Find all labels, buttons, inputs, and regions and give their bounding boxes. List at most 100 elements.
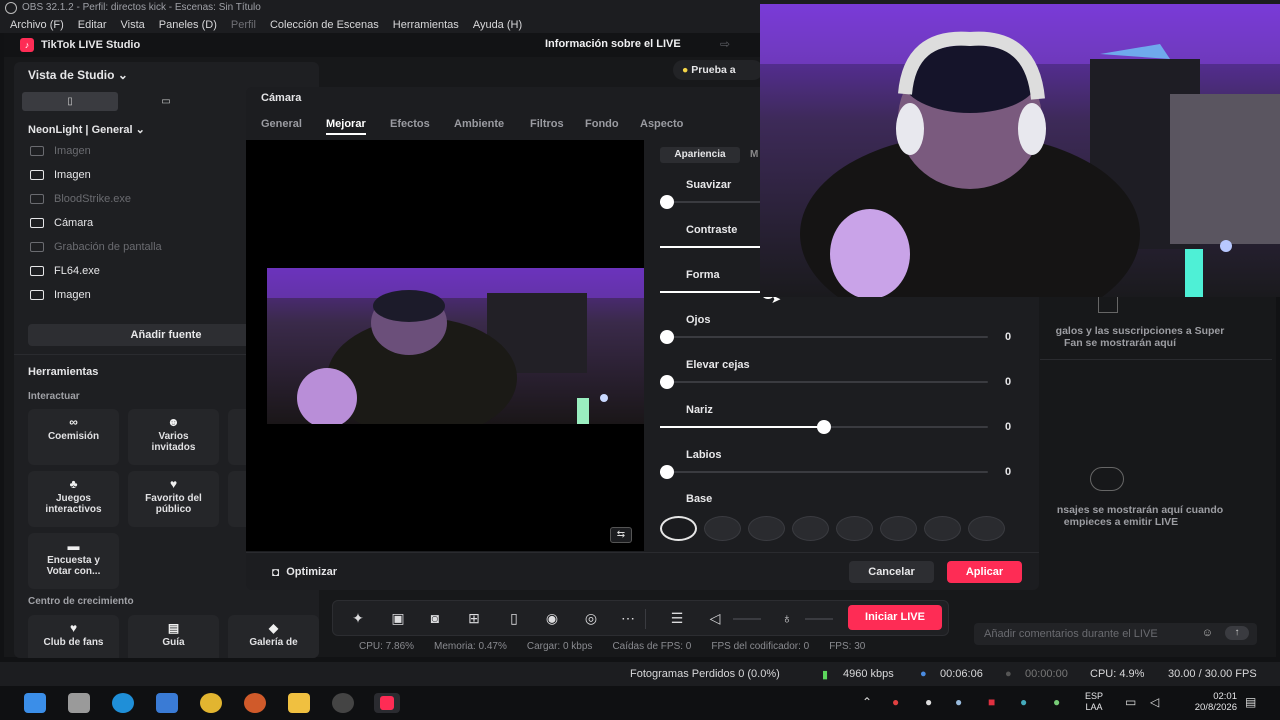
cancel-button[interactable]: Cancelar: [849, 561, 934, 583]
growth-tool-card[interactable]: ♥ Club de fans: [28, 615, 119, 658]
subtab-appearance[interactable]: Apariencia: [660, 147, 740, 163]
dialog-tab[interactable]: General: [261, 118, 302, 130]
tool-card[interactable]: ▬ Encuesta y Votar con...: [28, 533, 119, 589]
base-swatch[interactable]: [924, 516, 961, 541]
growth-tool-card[interactable]: ▤ Guía: [128, 615, 219, 658]
studio-view-dropdown[interactable]: Vista de Studio ⌄: [28, 68, 128, 82]
slider-track[interactable]: [660, 420, 988, 434]
slider-track[interactable]: [659, 375, 988, 389]
tiktok-taskbar-icon[interactable]: [374, 693, 400, 713]
obs-taskbar-icon[interactable]: [332, 693, 354, 713]
source-item[interactable]: Cámara: [30, 217, 93, 229]
slider-knob[interactable]: [659, 375, 674, 389]
slider-track[interactable]: [659, 330, 988, 344]
base-swatch[interactable]: [880, 516, 917, 541]
tray-steam-icon[interactable]: ●: [955, 695, 962, 709]
dialog-tab[interactable]: Mejorar: [326, 118, 366, 135]
speaker-volume-slider[interactable]: [733, 618, 761, 620]
screen-share-icon[interactable]: ▣: [388, 610, 408, 627]
go-live-button[interactable]: Iniciar LIVE: [848, 605, 942, 630]
obs-menu-item[interactable]: Editar: [78, 19, 107, 31]
camera-icon[interactable]: ◙: [425, 610, 445, 626]
try-badge[interactable]: ● Prueba a: [673, 60, 763, 80]
flip-camera-icon[interactable]: ⇆: [610, 527, 632, 543]
dialog-tab[interactable]: Ambiente: [454, 118, 504, 130]
windows-start-icon[interactable]: [24, 693, 46, 713]
notification-icon[interactable]: ▤: [1245, 695, 1256, 709]
source-item[interactable]: Imagen: [30, 289, 91, 301]
slider-label: Forma: [686, 269, 720, 281]
magic-wand-icon[interactable]: ✦: [348, 610, 368, 627]
base-swatch[interactable]: [704, 516, 741, 541]
mobile-icon[interactable]: ▯: [504, 610, 524, 627]
landscape-layout-button[interactable]: ▭: [118, 92, 214, 111]
slider-fill: [660, 426, 824, 428]
send-arrow-icon[interactable]: ↑: [1225, 626, 1249, 640]
scene-dropdown[interactable]: NeonLight | General ⌄: [28, 123, 145, 136]
task-view-icon[interactable]: [68, 693, 90, 713]
sliders-icon[interactable]: ☰: [667, 610, 687, 627]
store-icon[interactable]: [156, 693, 178, 713]
preview-eye-icon[interactable]: ◎: [581, 610, 601, 627]
obs-menu-item[interactable]: Ayuda (H): [473, 19, 522, 31]
tray-amd-icon[interactable]: ■: [988, 695, 995, 709]
tool-card[interactable]: ♥ Favorito del público: [128, 471, 219, 527]
tray-mic-icon[interactable]: ●: [1053, 695, 1060, 709]
clock[interactable]: 02:01 20/8/2026: [1180, 691, 1237, 713]
mic-volume-slider[interactable]: [805, 618, 833, 620]
slider-knob[interactable]: [659, 330, 674, 344]
portrait-layout-button[interactable]: ▯: [22, 92, 118, 111]
source-item[interactable]: Imagen: [30, 145, 91, 157]
base-swatch[interactable]: [836, 516, 873, 541]
speaker-muted-icon[interactable]: ◁: [705, 610, 725, 627]
optimize-button[interactable]: ◘ Optimizar: [272, 565, 337, 579]
apply-button[interactable]: Aplicar: [947, 561, 1022, 583]
slider-knob[interactable]: [659, 195, 674, 209]
tiktok-logo-icon: ♪: [20, 38, 34, 52]
tool-card[interactable]: ☻ Varios invitados: [128, 409, 219, 465]
tray-discord-icon[interactable]: ●: [925, 695, 932, 709]
obs-menu-item[interactable]: Herramientas: [393, 19, 459, 31]
microphone-icon[interactable]: ♁: [777, 610, 797, 626]
share-icon[interactable]: ⇨: [720, 37, 730, 51]
app-icon[interactable]: [244, 693, 266, 713]
edge-icon[interactable]: [112, 693, 134, 713]
obs-menu-item[interactable]: Archivo (F): [10, 19, 64, 31]
growth-tool-card[interactable]: ◆ Galería de: [228, 615, 319, 658]
network-icon[interactable]: ▭: [1125, 695, 1136, 709]
add-media-icon[interactable]: ⊞: [464, 610, 484, 627]
source-item[interactable]: Imagen: [30, 169, 91, 181]
base-swatch[interactable]: [660, 516, 697, 541]
base-swatch[interactable]: [968, 516, 1005, 541]
obs-menu-item[interactable]: Vista: [121, 19, 145, 31]
slider-knob[interactable]: [817, 420, 831, 434]
source-item[interactable]: FL64.exe: [30, 265, 100, 277]
dialog-tab[interactable]: Aspecto: [640, 118, 683, 130]
base-swatch[interactable]: [748, 516, 785, 541]
obs-menu-item[interactable]: Colección de Escenas: [270, 19, 379, 31]
emoji-icon[interactable]: ☺: [1202, 627, 1213, 639]
tray-app-icon[interactable]: ●: [892, 695, 899, 709]
obs-menu-item[interactable]: Paneles (D): [159, 19, 217, 31]
language-indicator[interactable]: ESP LAA: [1085, 691, 1103, 713]
dialog-tab[interactable]: Fondo: [585, 118, 619, 130]
slider-track[interactable]: [659, 465, 988, 479]
subtab-makeup[interactable]: M: [750, 149, 758, 160]
volume-icon[interactable]: ◁: [1150, 695, 1159, 709]
source-item[interactable]: BloodStrike.exe: [30, 193, 131, 205]
base-swatch[interactable]: [792, 516, 829, 541]
more-icon[interactable]: ⋯: [618, 610, 638, 627]
tray-security-icon[interactable]: ●: [1020, 695, 1027, 709]
dialog-tab[interactable]: Efectos: [390, 118, 430, 130]
file-explorer-icon[interactable]: [288, 693, 310, 713]
chevron-up-icon[interactable]: ⌃: [862, 695, 872, 709]
chrome-icon[interactable]: [200, 693, 222, 713]
dialog-tab[interactable]: Filtros: [530, 118, 564, 130]
slider-knob[interactable]: [659, 465, 674, 479]
obs-menu-item[interactable]: Perfil: [231, 19, 256, 31]
tool-card[interactable]: ♣ Juegos interactivos: [28, 471, 119, 527]
record-icon[interactable]: ◉: [542, 610, 562, 627]
source-item[interactable]: Grabación de pantalla: [30, 241, 162, 253]
comment-input[interactable]: Añadir comentarios durante el LIVE ☺ ↑: [974, 623, 1257, 645]
tool-card[interactable]: ∞ Coemisión: [28, 409, 119, 465]
